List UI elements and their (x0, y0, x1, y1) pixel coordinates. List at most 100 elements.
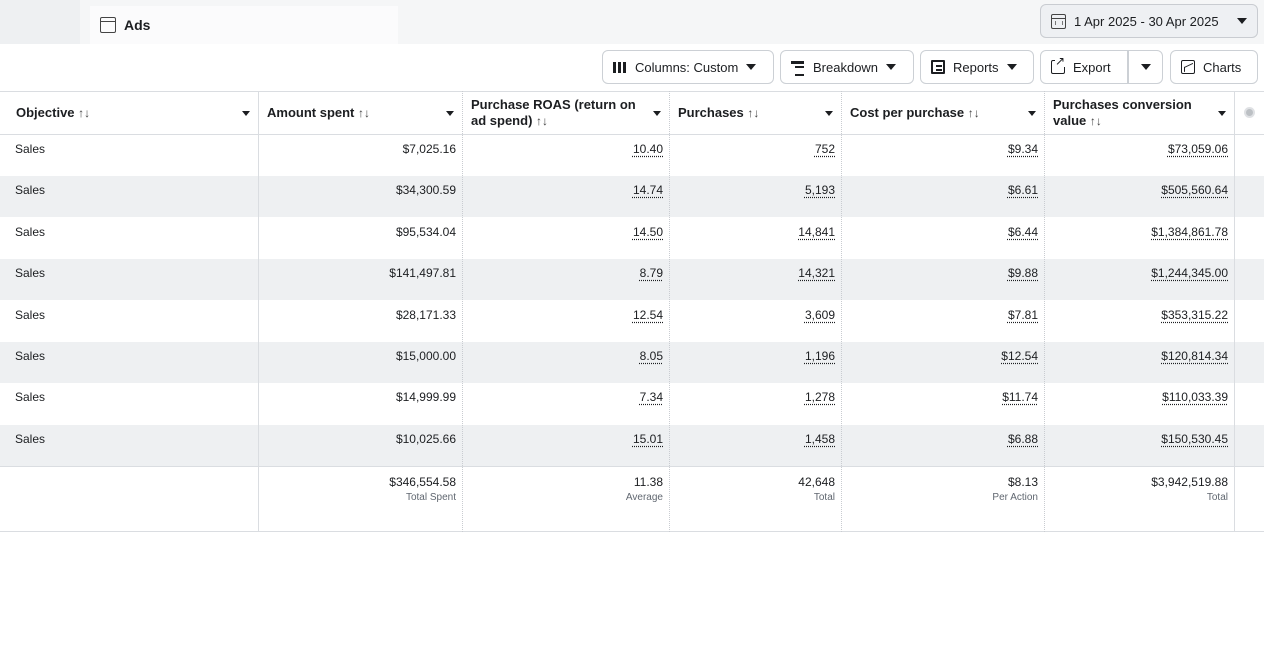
table-row[interactable]: Sales $141,497.81 8.79 14,321 $9.88 $1,244,34… (0, 259, 1264, 301)
cell-purchase-roas[interactable]: 12.54 (463, 301, 669, 342)
cell-purchases[interactable]: 752 (670, 135, 841, 176)
cell-value[interactable]: 14,841 (798, 225, 835, 239)
sort-icon[interactable]: ↑↓ (78, 106, 90, 120)
cell-value[interactable]: 1,458 (805, 432, 835, 446)
table-row[interactable]: Sales $34,300.59 14.74 5,193 $6.61 $505,560.6… (0, 176, 1264, 218)
sort-icon[interactable]: ↑↓ (968, 106, 980, 120)
cell-purchases[interactable]: 3,609 (670, 301, 841, 342)
chevron-down-icon[interactable] (1218, 110, 1226, 116)
sort-icon[interactable]: ↑↓ (1090, 114, 1102, 128)
cell-purchases[interactable]: 1,196 (670, 342, 841, 383)
cell-value[interactable]: $505,560.64 (1161, 183, 1228, 197)
sort-icon[interactable]: ↑↓ (747, 106, 759, 120)
table-row[interactable]: Sales $10,025.66 15.01 1,458 $6.88 $150,530.4… (0, 424, 1264, 466)
cell-value[interactable]: $110,033.39 (1162, 390, 1228, 404)
column-header-purchases[interactable]: Purchases ↑↓ (670, 92, 841, 134)
cell-value[interactable]: $6.61 (1008, 183, 1038, 197)
chevron-down-icon[interactable] (446, 110, 454, 116)
cell-purchases-conversion-value[interactable]: $1,244,345.00 (1045, 259, 1234, 300)
cell-purchases-conversion-value[interactable]: $120,814.34 (1045, 342, 1234, 383)
export-dropdown-button[interactable] (1128, 50, 1163, 84)
cell-purchases-conversion-value[interactable]: $1,384,861.78 (1045, 218, 1234, 259)
cell-purchases-conversion-value[interactable]: $353,315.22 (1045, 301, 1234, 342)
cell-purchase-roas[interactable]: 7.34 (463, 383, 669, 424)
column-header-objective[interactable]: Objective ↑↓ (8, 92, 258, 134)
cell-value[interactable]: 10.40 (633, 142, 663, 156)
cell-cost-per-purchase[interactable]: $7.81 (842, 301, 1044, 342)
charts-button[interactable]: Charts (1170, 50, 1258, 84)
cell-cost-per-purchase[interactable]: $6.44 (842, 218, 1044, 259)
cell-cost-per-purchase[interactable]: $6.88 (842, 425, 1044, 466)
cell-value[interactable]: 7.34 (640, 390, 663, 404)
cell-cost-per-purchase[interactable]: $11.74 (842, 383, 1044, 424)
column-header-cost-per-purchase[interactable]: Cost per purchase ↑↓ (842, 92, 1044, 134)
cell-cost-per-purchase[interactable]: $6.61 (842, 176, 1044, 217)
sort-icon[interactable]: ↑↓ (536, 114, 548, 128)
cell-cost-per-purchase[interactable]: $9.34 (842, 135, 1044, 176)
cell-value[interactable]: $9.34 (1008, 142, 1038, 156)
cell-purchases-conversion-value[interactable]: $505,560.64 (1045, 176, 1234, 217)
cell-value[interactable]: 15.01 (633, 432, 663, 446)
cell-value[interactable]: 14,321 (798, 266, 835, 280)
cell-value[interactable]: 14.50 (633, 225, 663, 239)
cell-purchases-conversion-value[interactable]: $150,530.45 (1045, 425, 1234, 466)
cell-value[interactable]: 1,278 (805, 390, 835, 404)
columns-button[interactable]: Columns: Custom (602, 50, 774, 84)
cell-value[interactable]: 752 (815, 142, 835, 156)
cell-cost-per-purchase[interactable]: $9.88 (842, 259, 1044, 300)
cell-value[interactable]: 8.05 (640, 349, 663, 363)
table-row[interactable]: Sales $14,999.99 7.34 1,278 $11.74 $110,033.3… (0, 383, 1264, 424)
column-header-purchase-roas[interactable]: Purchase ROAS (return on ad spend) ↑↓ (463, 92, 669, 134)
breakdown-button[interactable]: Breakdown (780, 50, 914, 84)
cell-purchase-roas[interactable]: 14.74 (463, 176, 669, 217)
chevron-down-icon[interactable] (1028, 110, 1036, 116)
cell-cost-per-purchase[interactable]: $12.54 (842, 342, 1044, 383)
cell-value[interactable]: $9.88 (1008, 266, 1038, 280)
column-settings-icon[interactable] (1244, 107, 1255, 118)
cell-value[interactable]: $7.81 (1008, 308, 1038, 322)
table-row[interactable]: Sales $28,171.33 12.54 3,609 $7.81 $353,315.2… (0, 301, 1264, 342)
cell-value[interactable]: 14.74 (633, 183, 663, 197)
cell-value[interactable]: $12.54 (1001, 349, 1038, 363)
cell-value[interactable]: $120,814.34 (1161, 349, 1228, 363)
cell-purchases[interactable]: 1,458 (670, 425, 841, 466)
cell-value[interactable]: $6.44 (1008, 225, 1038, 239)
export-button[interactable]: Export (1040, 50, 1128, 84)
cell-value[interactable]: $353,315.22 (1161, 308, 1228, 322)
cell-purchase-roas[interactable]: 14.50 (463, 218, 669, 259)
date-range-picker[interactable]: 1 Apr 2025 - 30 Apr 2025 (1040, 4, 1258, 38)
cell-purchases-conversion-value[interactable]: $73,059.06 (1045, 135, 1234, 176)
cell-value[interactable]: 8.79 (640, 266, 663, 280)
cell-value[interactable]: $150,530.45 (1161, 432, 1228, 446)
cell-value: Sales (15, 349, 46, 363)
cell-value[interactable]: $1,244,345.00 (1151, 266, 1228, 280)
cell-purchase-roas[interactable]: 8.05 (463, 342, 669, 383)
chevron-down-icon[interactable] (653, 110, 661, 116)
cell-purchase-roas[interactable]: 10.40 (463, 135, 669, 176)
cell-value[interactable]: $1,384,861.78 (1151, 225, 1228, 239)
cell-purchase-roas[interactable]: 15.01 (463, 425, 669, 466)
cell-purchases[interactable]: 14,841 (670, 218, 841, 259)
cell-value[interactable]: $73,059.06 (1168, 142, 1228, 156)
column-header-amount-spent[interactable]: Amount spent ↑↓ (259, 92, 462, 134)
sort-icon[interactable]: ↑↓ (358, 106, 370, 120)
column-header-purchases-conversion-value[interactable]: Purchases conversion value ↑↓ (1045, 92, 1234, 134)
cell-value[interactable]: 1,196 (805, 349, 835, 363)
cell-value[interactable]: 12.54 (633, 308, 663, 322)
table-row[interactable]: Sales $7,025.16 10.40 752 $9.34 $73,059.06 (0, 135, 1264, 176)
table-row[interactable]: Sales $95,534.04 14.50 14,841 $6.44 $1,384,86… (0, 218, 1264, 259)
cell-purchases[interactable]: 14,321 (670, 259, 841, 300)
chevron-down-icon[interactable] (825, 110, 833, 116)
table-row[interactable]: Sales $15,000.00 8.05 1,196 $12.54 $120,814.3… (0, 342, 1264, 383)
chevron-down-icon[interactable] (242, 110, 250, 116)
cell-purchases[interactable]: 1,278 (670, 383, 841, 424)
cell-value[interactable]: $6.88 (1008, 432, 1038, 446)
cell-value[interactable]: 5,193 (805, 183, 835, 197)
cell-value[interactable]: 3,609 (805, 308, 835, 322)
cell-value[interactable]: $11.74 (1002, 390, 1038, 404)
cell-purchases[interactable]: 5,193 (670, 176, 841, 217)
cell-purchases-conversion-value[interactable]: $110,033.39 (1045, 383, 1234, 424)
tab-ads[interactable]: Ads (90, 6, 398, 44)
cell-purchase-roas[interactable]: 8.79 (463, 259, 669, 300)
reports-button[interactable]: Reports (920, 50, 1034, 84)
